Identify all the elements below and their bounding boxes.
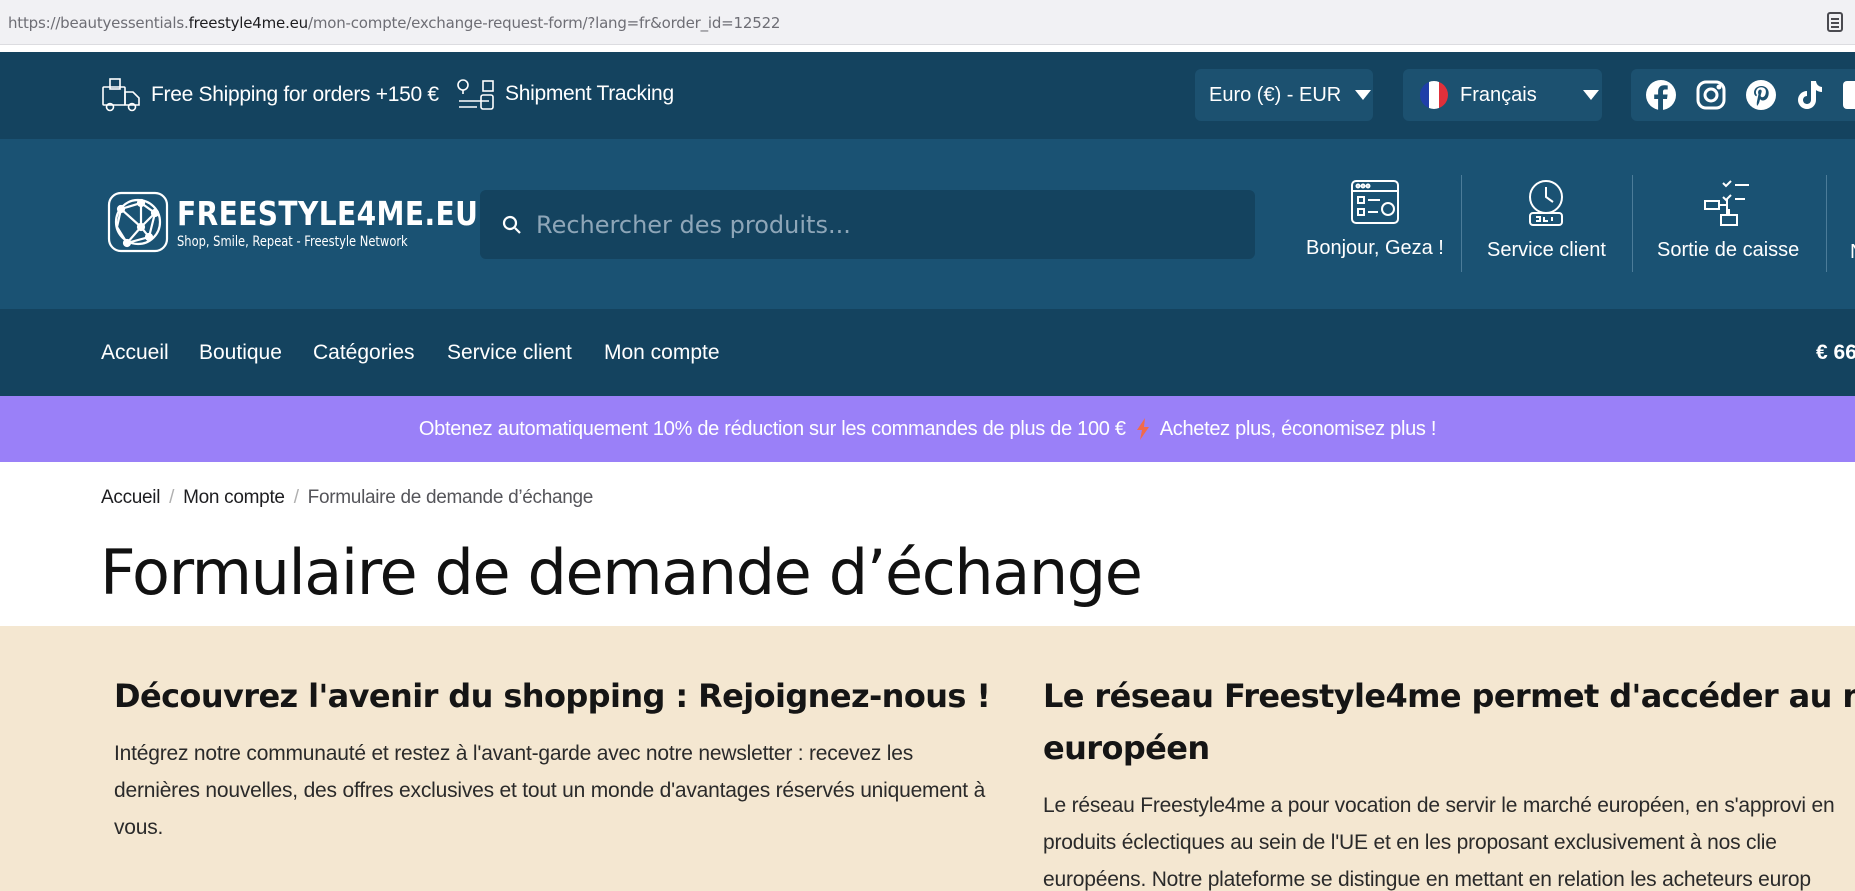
free-shipping-link[interactable]: Free Shipping for orders +150 € bbox=[101, 77, 439, 113]
network-text: Le réseau Freestyle4me a pour vocation d… bbox=[1043, 794, 1835, 891]
nav-customer-service[interactable]: Service client bbox=[447, 341, 572, 365]
account-profile-icon bbox=[1350, 180, 1399, 224]
partial-label: N bbox=[1850, 241, 1855, 264]
breadcrumb-separator: / bbox=[293, 487, 299, 508]
url-path: /mon-compte/exchange-request-form/?lang=… bbox=[308, 14, 781, 32]
nav-home[interactable]: Accueil bbox=[101, 341, 169, 365]
header-partial-item[interactable]: N bbox=[1850, 241, 1855, 264]
support-clock-icon bbox=[1529, 180, 1564, 226]
network-heading-line-2: européen bbox=[1043, 729, 1210, 767]
site-logo[interactable]: FREESTYLE4ME.EU Shop, Smile, Repeat - Fr… bbox=[107, 191, 532, 253]
promo-text-right: Achetez plus, économisez plus ! bbox=[1159, 417, 1437, 440]
newsletter-text: Intégrez notre communauté et restez à l'… bbox=[114, 742, 986, 839]
language-select[interactable]: Français bbox=[1403, 69, 1602, 121]
instagram-icon[interactable] bbox=[1695, 79, 1727, 111]
search-icon bbox=[502, 215, 521, 234]
newsletter-heading: Découvrez l'avenir du shopping : Rejoign… bbox=[114, 677, 991, 715]
header-divider bbox=[1461, 175, 1462, 272]
lightning-bolt-icon bbox=[1136, 418, 1149, 440]
breadcrumb-account[interactable]: Mon compte bbox=[183, 487, 285, 509]
browser-address-bar[interactable]: https://beautyessentials.freestyle4me.eu… bbox=[0, 0, 1855, 45]
logo-tagline: Shop, Smile, Repeat - Freestyle Network bbox=[177, 234, 408, 250]
nav-shop[interactable]: Boutique bbox=[199, 341, 282, 365]
nav-my-account[interactable]: Mon compte bbox=[604, 341, 720, 365]
network-heading-line-1: Le réseau Freestyle4me permet d'accéder … bbox=[1043, 677, 1855, 715]
checkout-button[interactable]: Sortie de caisse bbox=[1657, 179, 1799, 262]
pinterest-icon[interactable] bbox=[1745, 79, 1777, 111]
search-input[interactable] bbox=[536, 210, 1236, 239]
checkout-label: Sortie de caisse bbox=[1657, 239, 1800, 261]
chevron-down-icon bbox=[1582, 90, 1599, 100]
shipment-tracking-link[interactable]: Shipment Tracking bbox=[455, 77, 674, 111]
account-button[interactable]: Bonjour, Geza ! bbox=[1306, 179, 1444, 260]
language-value: Français bbox=[1460, 83, 1537, 106]
page-title: Formulaire de demande d’échange bbox=[100, 536, 1143, 609]
header-divider bbox=[1826, 175, 1827, 272]
customer-service-label: Service client bbox=[1487, 239, 1606, 261]
checkout-list-icon bbox=[1704, 180, 1750, 226]
url-prefix: https://beautyessentials. bbox=[8, 14, 189, 32]
top-info-bar: Free Shipping for orders +150 € Shipment… bbox=[0, 52, 1855, 139]
site-header: FREESTYLE4ME.EU Shop, Smile, Repeat - Fr… bbox=[0, 139, 1855, 309]
breadcrumb-home[interactable]: Accueil bbox=[101, 487, 160, 509]
nav-categories[interactable]: Catégories bbox=[313, 341, 415, 365]
promo-banner: Obtenez automatiquement 10% de réduction… bbox=[0, 396, 1855, 462]
header-divider bbox=[1632, 175, 1633, 272]
breadcrumb: Accueil / Mon compte / Formulaire de dem… bbox=[101, 487, 593, 509]
customer-service-button[interactable]: Service client bbox=[1487, 179, 1606, 262]
tiktok-icon[interactable] bbox=[1795, 79, 1825, 111]
breadcrumb-current: Formulaire de demande d’échange bbox=[307, 487, 594, 508]
info-section: Découvrez l'avenir du shopping : Rejoign… bbox=[0, 626, 1855, 891]
package-tracking-icon bbox=[457, 79, 494, 110]
partial-social-icon[interactable] bbox=[1843, 81, 1855, 109]
account-label: Bonjour, Geza ! bbox=[1306, 237, 1444, 259]
product-search[interactable] bbox=[480, 190, 1255, 259]
social-links bbox=[1631, 69, 1855, 121]
url-domain: freestyle4me.eu bbox=[188, 14, 309, 32]
network-globe-icon bbox=[107, 191, 169, 253]
cart-total[interactable]: € 66 bbox=[1816, 341, 1855, 365]
reader-mode-icon[interactable] bbox=[1827, 12, 1843, 32]
facebook-icon[interactable] bbox=[1645, 79, 1677, 111]
url-text[interactable]: https://beautyessentials.freestyle4me.eu… bbox=[8, 14, 780, 32]
shipment-tracking-text: Shipment Tracking bbox=[505, 82, 674, 105]
france-flag-icon bbox=[1420, 81, 1448, 109]
currency-value: Euro (€) - EUR bbox=[1209, 83, 1342, 106]
currency-select[interactable]: Euro (€) - EUR bbox=[1195, 69, 1373, 121]
free-shipping-text: Free Shipping for orders +150 € bbox=[151, 83, 439, 106]
delivery-truck-icon bbox=[102, 78, 140, 112]
main-navigation: Accueil Boutique Catégories Service clie… bbox=[0, 309, 1855, 396]
logo-title: FREESTYLE4ME.EU bbox=[177, 194, 479, 233]
promo-text-left: Obtenez automatiquement 10% de réduction… bbox=[418, 417, 1126, 440]
breadcrumb-separator: / bbox=[169, 487, 175, 508]
chevron-down-icon bbox=[1355, 90, 1372, 100]
